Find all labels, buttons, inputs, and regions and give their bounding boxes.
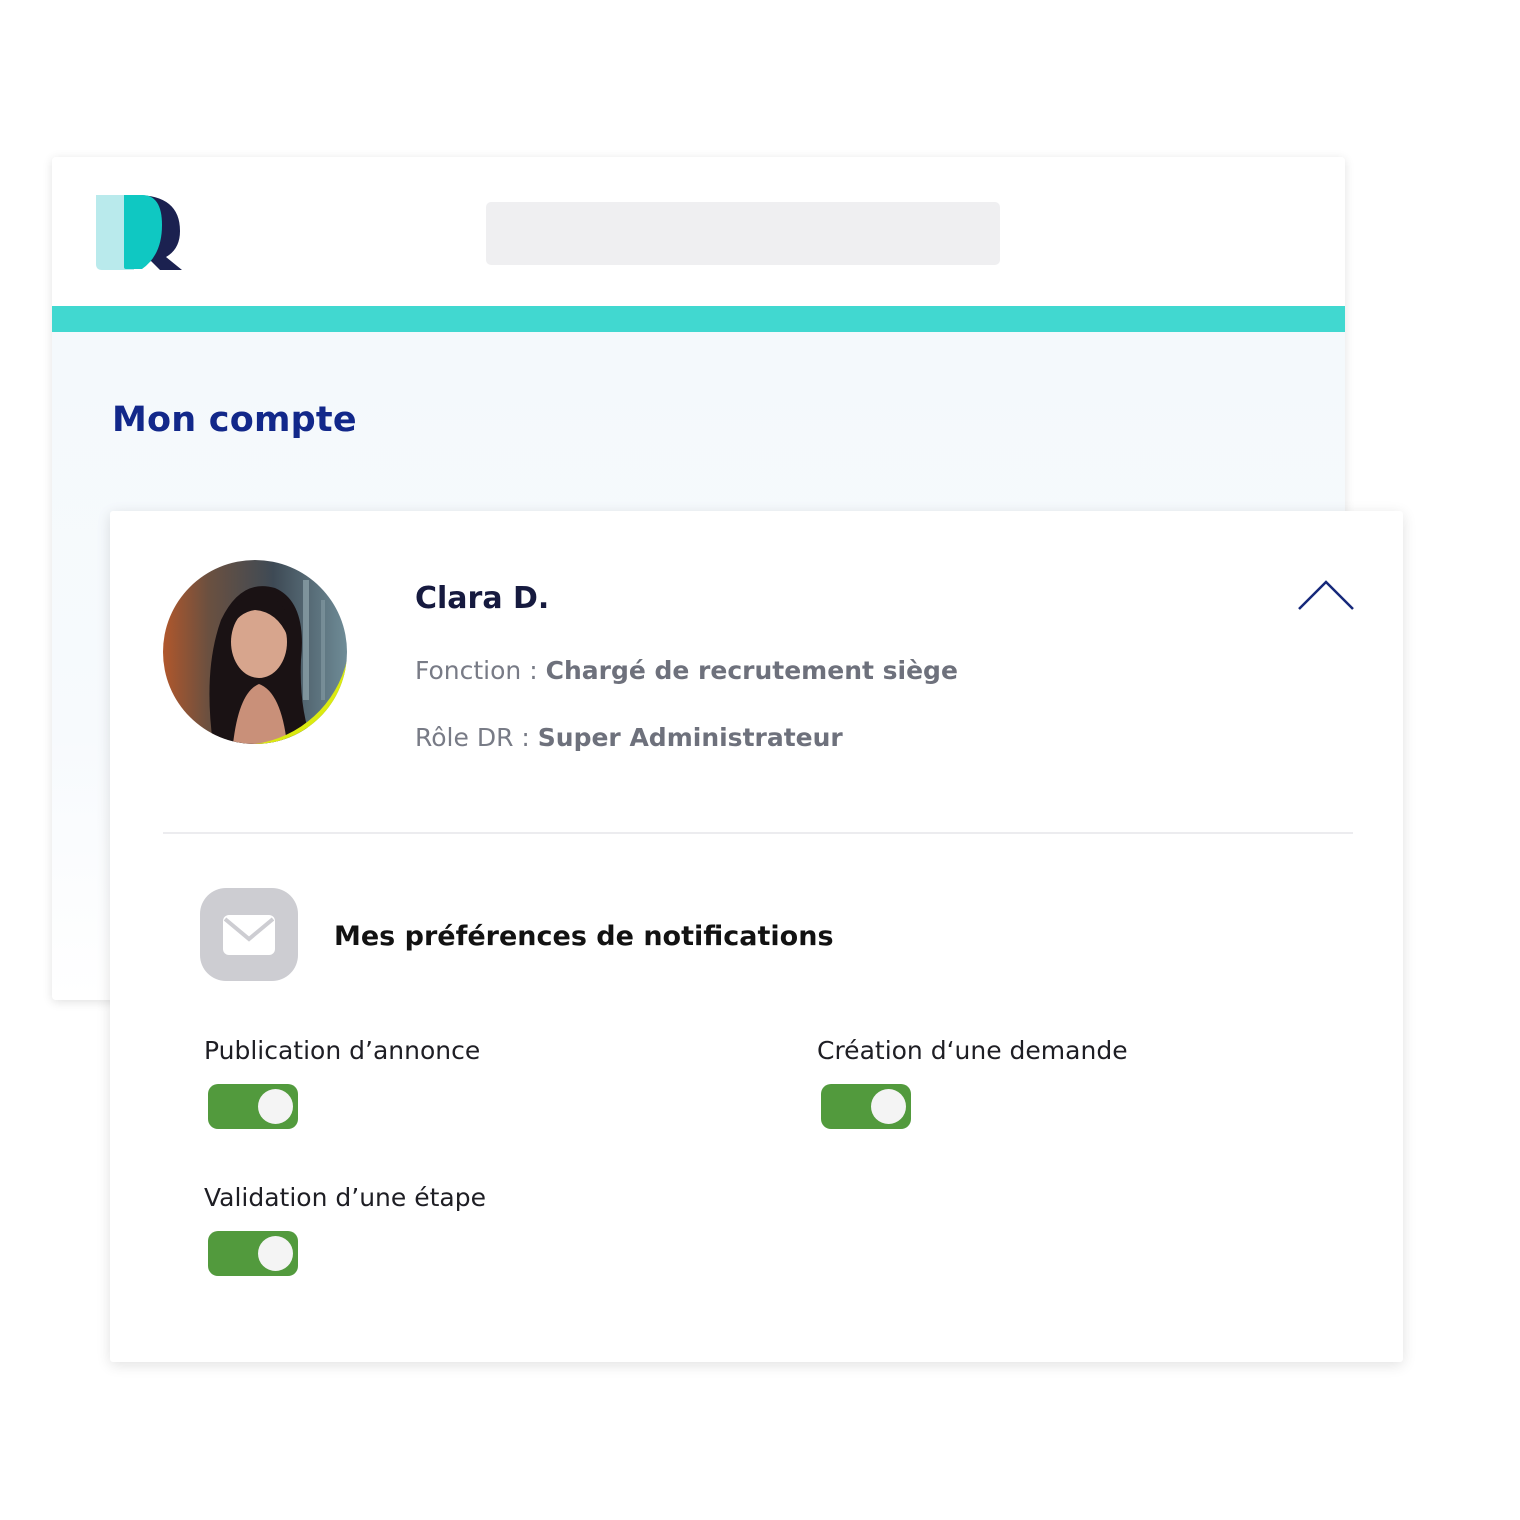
toggle-knob: [258, 1089, 293, 1124]
toggle-knob: [258, 1236, 293, 1271]
search-input[interactable]: [486, 202, 1000, 265]
fonction-label: Fonction :: [415, 656, 546, 685]
pref-label-creation: Création d‘une demande: [817, 1036, 1128, 1065]
toggle-validation[interactable]: [208, 1231, 298, 1276]
role-info: Rôle DR : Super Administrateur: [415, 723, 843, 752]
page-title: Mon compte: [112, 400, 357, 440]
user-name: Clara D.: [415, 581, 550, 616]
pref-label-publication: Publication d’annonce: [204, 1036, 481, 1065]
notifications-title: Mes préférences de notifications: [334, 921, 834, 952]
app-header: [52, 157, 1345, 306]
toggle-publication[interactable]: [208, 1084, 298, 1129]
dr-logo-icon[interactable]: [96, 193, 186, 273]
avatar[interactable]: [163, 560, 347, 744]
fonction-info: Fonction : Chargé de recrutement siège: [415, 656, 958, 685]
chevron-up-icon[interactable]: [1294, 575, 1358, 615]
profile-card: Clara D. Fonction : Chargé de recrutemen…: [110, 511, 1403, 1362]
role-value: Super Administrateur: [537, 723, 843, 752]
mail-icon: [200, 888, 298, 981]
fonction-value: Chargé de recrutement siège: [545, 656, 958, 685]
role-label: Rôle DR :: [415, 723, 538, 752]
pref-label-validation: Validation d’une étape: [204, 1183, 486, 1212]
accent-bar: [52, 306, 1345, 332]
toggle-creation[interactable]: [821, 1084, 911, 1129]
toggle-knob: [871, 1089, 906, 1124]
divider: [163, 832, 1353, 834]
